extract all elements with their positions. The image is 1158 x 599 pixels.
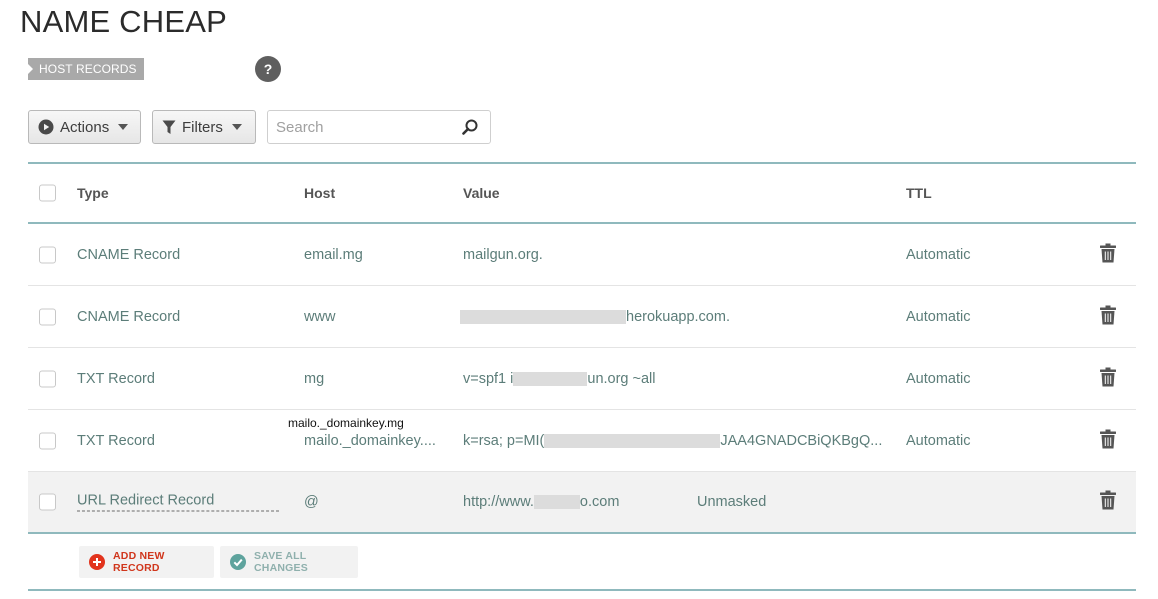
row-checkbox[interactable]	[39, 432, 56, 449]
record-type[interactable]: TXT Record	[77, 371, 155, 387]
record-value-prefix: k=rsa; p=MI(	[463, 432, 545, 449]
plus-circle-icon	[89, 554, 105, 570]
record-type[interactable]: CNAME Record	[77, 309, 180, 325]
record-host[interactable]: mailo._domainkey....	[304, 433, 436, 449]
add-new-record-button[interactable]: ADD NEW RECORD	[79, 546, 214, 578]
record-value[interactable]: k=rsa; p=MI( JAA4GNADCBiQKBgQ...	[463, 433, 882, 449]
header-type: Type	[77, 185, 109, 201]
redacted-text	[460, 309, 626, 324]
record-type[interactable]: CNAME Record	[77, 247, 180, 263]
actions-label: Actions	[60, 118, 110, 136]
redacted-text	[533, 495, 580, 510]
host-records-table: Type Host Value TTL CNAME Record email.m…	[28, 162, 1136, 534]
add-new-record-label: ADD NEW RECORD	[113, 550, 165, 574]
select-all-checkbox[interactable]	[39, 184, 56, 202]
record-ttl[interactable]: Automatic	[906, 309, 970, 325]
search-box	[267, 110, 491, 144]
redacted-text	[513, 371, 588, 386]
actions-dropdown[interactable]: Actions	[28, 110, 141, 144]
check-circle-icon	[230, 554, 246, 570]
chevron-down-icon	[118, 124, 129, 130]
redacted-text	[544, 433, 721, 448]
host-records-tag: HOST RECORDS	[28, 58, 144, 80]
record-value[interactable]: mailgun.org.	[463, 247, 543, 263]
record-ttl[interactable]: Automatic	[906, 247, 970, 263]
record-host[interactable]: www	[304, 309, 335, 325]
header-host: Host	[304, 185, 336, 201]
header-value: Value	[463, 185, 500, 201]
record-value[interactable]: herokuapp.com.	[460, 309, 730, 325]
record-value[interactable]: v=spf1 i un.org ~all	[463, 371, 656, 387]
record-ttl[interactable]: Automatic	[906, 433, 970, 449]
record-type[interactable]: TXT Record	[77, 433, 155, 449]
trash-icon[interactable]	[1100, 243, 1116, 267]
record-ttl[interactable]: Automatic	[906, 371, 970, 387]
help-button[interactable]: ?	[255, 56, 281, 82]
trash-icon[interactable]	[1100, 429, 1116, 453]
table-row: TXT Record mailo._domainkey.... k=rsa; p…	[28, 410, 1136, 472]
filters-dropdown[interactable]: Filters	[152, 110, 256, 144]
row-checkbox[interactable]	[39, 246, 56, 263]
record-value[interactable]: http://www. o.com	[463, 494, 619, 510]
record-type-select[interactable]: URL Redirect Record	[77, 493, 279, 512]
record-value-prefix: http://www.	[463, 494, 534, 510]
record-value-prefix: v=spf1 i	[463, 370, 514, 387]
host-tooltip: mailo._domainkey.mg	[288, 416, 404, 430]
table-row: TXT Record mg v=spf1 i un.org ~all Automa…	[28, 348, 1136, 410]
record-value-suffix: o.com	[579, 494, 620, 510]
record-value-suffix: herokuapp.com.	[626, 308, 730, 325]
table-footer: ADD NEW RECORD SAVE ALL CHANGES	[28, 534, 1136, 591]
row-checkbox[interactable]	[39, 370, 56, 387]
filter-icon	[162, 120, 176, 135]
trash-icon[interactable]	[1100, 367, 1116, 391]
table-header: Type Host Value TTL	[28, 164, 1136, 224]
table-row: CNAME Record email.mg mailgun.org. Autom…	[28, 224, 1136, 286]
record-host[interactable]: @	[304, 494, 319, 510]
record-value-suffix: JAA4GNADCBiQKBgQ...	[720, 432, 883, 449]
search-input[interactable]	[268, 111, 453, 143]
record-type-label: URL Redirect Record	[77, 493, 279, 512]
table-row: URL Redirect Record @ http://www. o.com U…	[28, 472, 1136, 534]
save-all-changes-button[interactable]: SAVE ALL CHANGES	[220, 546, 358, 578]
filters-label: Filters	[182, 118, 223, 136]
row-checkbox[interactable]	[39, 493, 56, 511]
page-title: NAME CHEAP	[20, 4, 227, 39]
record-host[interactable]: mg	[304, 371, 324, 387]
table-row: CNAME Record www herokuapp.com. Automati…	[28, 286, 1136, 348]
trash-icon[interactable]	[1100, 305, 1116, 329]
record-host[interactable]: email.mg	[304, 247, 363, 263]
chevron-down-icon	[231, 124, 242, 130]
play-circle-icon	[38, 119, 54, 135]
row-checkbox[interactable]	[39, 308, 56, 325]
record-value-suffix: un.org ~all	[587, 370, 656, 387]
header-ttl: TTL	[906, 185, 932, 201]
search-icon[interactable]	[462, 119, 478, 140]
save-all-changes-label: SAVE ALL CHANGES	[254, 550, 308, 574]
redirect-mode[interactable]: Unmasked	[697, 494, 766, 510]
trash-icon[interactable]	[1100, 490, 1116, 514]
